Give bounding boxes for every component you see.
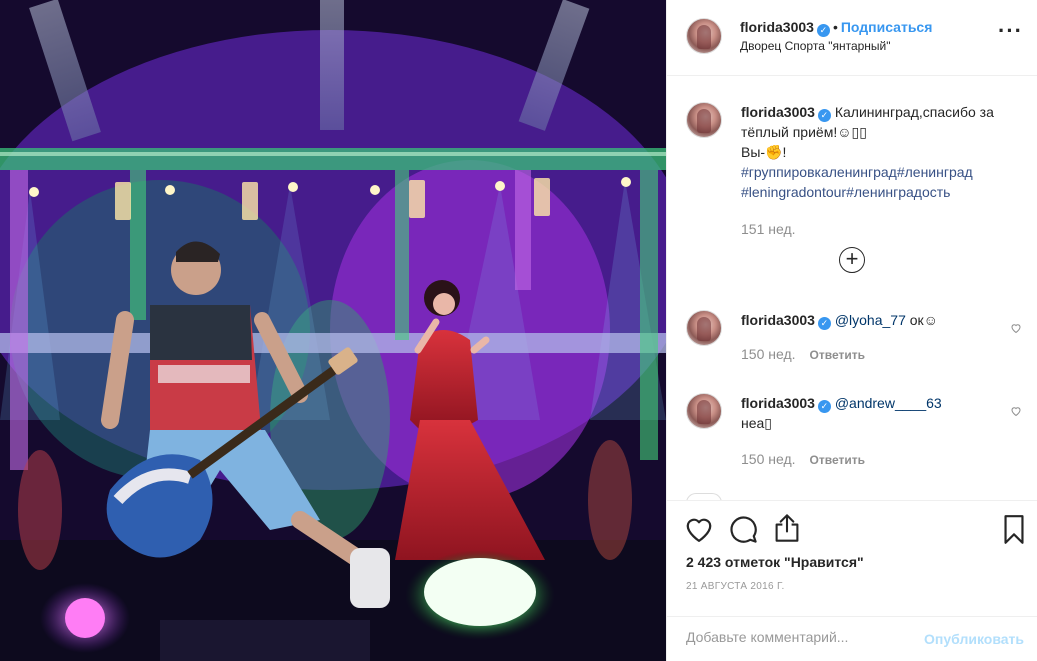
hashtag[interactable]: #ленинградость	[846, 184, 950, 200]
caption-text-2: Вы-	[741, 144, 766, 160]
comment-text: ок☺	[905, 312, 938, 328]
hashtag[interactable]: #ленинград	[897, 164, 973, 180]
next-comment-avatar-peek	[686, 493, 722, 500]
post-photo[interactable]	[0, 0, 666, 661]
author-avatar[interactable]	[686, 18, 722, 54]
comment-input[interactable]	[686, 629, 916, 645]
reply-button[interactable]: Ответить	[810, 453, 865, 467]
caption-body: florida3003 ✓ Калининград,спасибо за тёпл…	[741, 102, 1026, 239]
header-line: florida3003 ✓ • Подписаться	[740, 19, 932, 37]
load-more-comments-icon[interactable]: +	[839, 247, 865, 273]
reply-button[interactable]: Ответить	[810, 348, 865, 362]
add-comment-bar: Опубликовать	[667, 616, 1037, 661]
verified-badge-icon: ✓	[817, 400, 831, 413]
fist-emoji-icon: ✊	[765, 144, 783, 160]
comment-mention[interactable]: @andrew____63	[835, 395, 942, 411]
comment-username[interactable]: florida3003	[741, 312, 815, 328]
location-link[interactable]: Дворец Спорта "янтарный"	[740, 39, 891, 53]
separator-dot: •	[832, 19, 838, 35]
comment-username[interactable]: florida3003	[741, 395, 815, 411]
verified-badge-icon: ✓	[817, 109, 831, 122]
comment-text: неа▯	[741, 415, 773, 431]
post-header: florida3003 ✓ • Подписаться Дворец Спорта "…	[667, 0, 1037, 76]
like-comment-heart-icon[interactable]	[1010, 405, 1022, 417]
comment-mention[interactable]: @lyoha_77	[835, 312, 906, 328]
save-bookmark-icon[interactable]	[1003, 515, 1025, 544]
caption-text-3: !	[782, 144, 787, 160]
comment-bubble-icon[interactable]	[729, 515, 758, 544]
hashtag[interactable]: #группировкаленинград	[741, 164, 897, 180]
comment-body: florida3003 ✓ @andrew____63 неа▯ 150 нед.…	[741, 393, 1026, 470]
comment-avatar[interactable]	[686, 310, 722, 346]
comment-time[interactable]: 150 нед.	[741, 346, 796, 362]
publish-button[interactable]: Опубликовать	[924, 631, 1024, 647]
hashtag[interactable]: #leningradontour	[741, 184, 846, 200]
verified-badge-icon: ✓	[816, 24, 830, 37]
comment-time[interactable]: 150 нед.	[741, 451, 796, 467]
comments-list[interactable]: florida3003 ✓ Калининград,спасибо за тёпл…	[667, 77, 1037, 500]
like-comment-heart-icon[interactable]	[1010, 322, 1022, 334]
caption-username[interactable]: florida3003	[741, 104, 815, 120]
follow-button[interactable]: Подписаться	[841, 19, 933, 35]
caption-time[interactable]: 151 нед.	[741, 219, 1026, 239]
likes-count[interactable]: 2 423 отметок "Нравится"	[686, 554, 864, 570]
verified-badge-icon: ✓	[817, 317, 831, 330]
author-username[interactable]: florida3003	[740, 19, 814, 35]
post-actions: 2 423 отметок "Нравится" 21 АВГУСТА 2016…	[667, 500, 1037, 616]
comment-body: florida3003 ✓ @lyoha_77 ок☺ 150 нед. Ответ…	[741, 310, 1026, 365]
concert-photo-illustration	[0, 0, 666, 661]
share-icon[interactable]	[773, 513, 801, 543]
post-sidebar: florida3003 ✓ • Подписаться Дворец Спорта "…	[666, 0, 1037, 661]
more-options-icon[interactable]: ···	[998, 20, 1023, 42]
caption-emoji: ☺︎▯▯	[837, 124, 867, 140]
like-heart-icon[interactable]	[684, 515, 714, 543]
comment-avatar[interactable]	[686, 393, 722, 429]
caption-avatar[interactable]	[686, 102, 722, 138]
post-date[interactable]: 21 АВГУСТА 2016 Г.	[686, 581, 785, 592]
